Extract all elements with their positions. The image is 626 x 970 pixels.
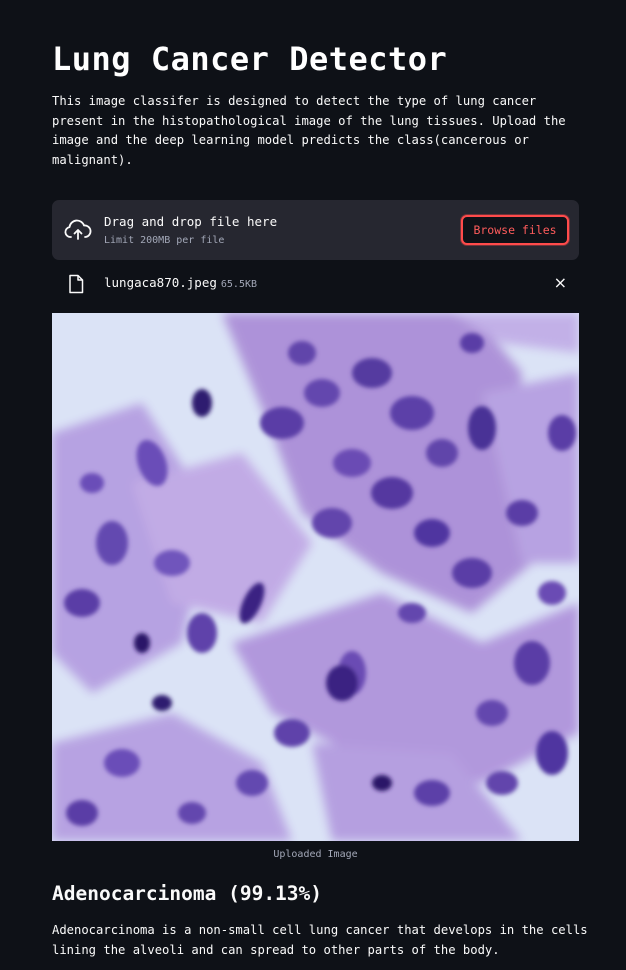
drop-instructions: Drag and drop file here (104, 214, 278, 229)
close-icon[interactable]: × (554, 273, 567, 292)
file-name-line: lungaca870.jpeg 65.5KB (104, 275, 257, 290)
prediction-result: Adenocarcinoma (99.13%) (52, 882, 323, 905)
histology-image-drawing (52, 313, 579, 841)
file-name: lungaca870.jpeg (104, 275, 217, 290)
cloud-upload-icon (64, 219, 92, 240)
uploaded-histology-image (52, 313, 579, 841)
file-size: 65.5KB (220, 279, 258, 290)
page-title: Lung Cancer Detector (52, 40, 448, 78)
file-size-limit: Limit 200MB per file (104, 235, 225, 246)
browse-files-button[interactable]: Browse files (461, 215, 569, 245)
uploaded-file-item: lungaca870.jpeg 65.5KB × (52, 270, 579, 298)
prediction-description: Adenocarcinoma is a non-small cell lung … (52, 923, 588, 957)
file-uploader-dropzone[interactable]: Drag and drop file here Limit 200MB per … (52, 200, 579, 260)
app-page: Lung Cancer Detector This image classife… (0, 0, 626, 970)
image-caption: Uploaded Image (273, 849, 358, 860)
file-icon (69, 274, 84, 294)
intro-text: This image classifer is designed to dete… (52, 94, 566, 167)
